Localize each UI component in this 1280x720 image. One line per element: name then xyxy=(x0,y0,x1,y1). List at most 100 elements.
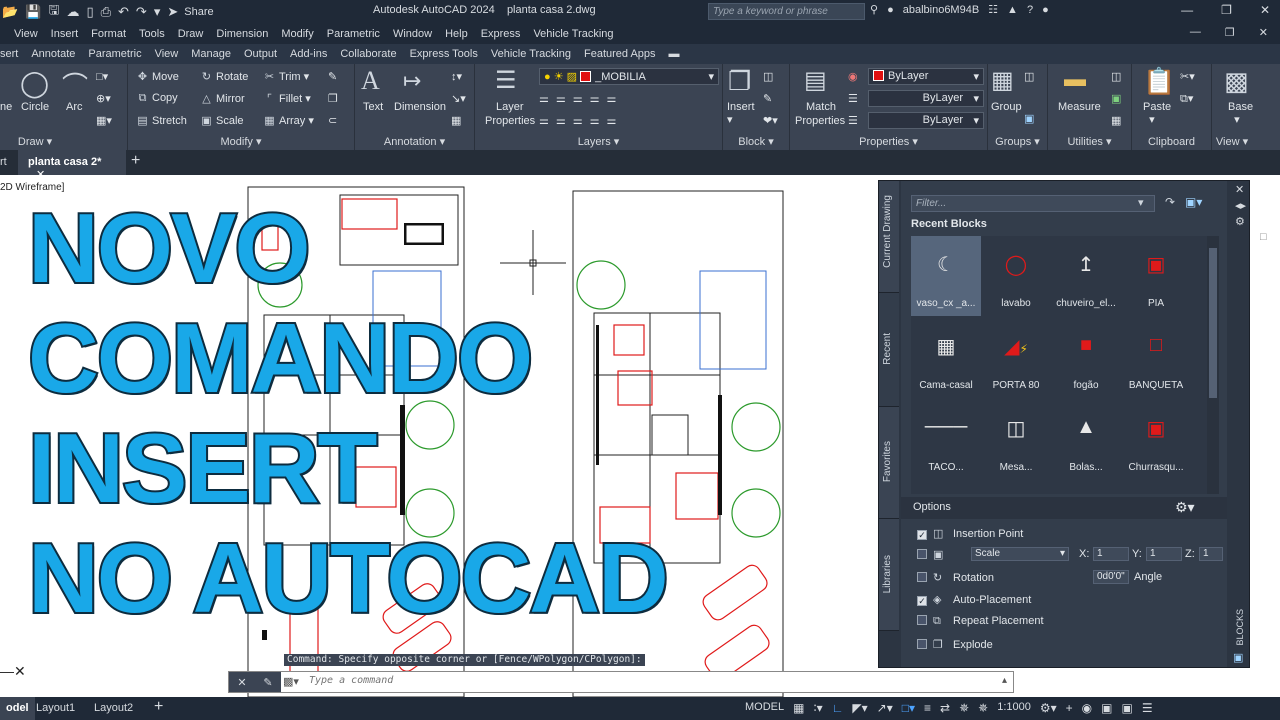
menu-dimension[interactable]: Dimension xyxy=(216,28,268,40)
group-icon[interactable]: ▦ xyxy=(991,66,1014,95)
group-select-icon[interactable]: ▣ xyxy=(1024,112,1034,125)
ortho-icon[interactable]: ∟ xyxy=(832,701,844,715)
paste-icon[interactable]: 📋 xyxy=(1143,66,1175,97)
object-snap-icon[interactable]: □▾ xyxy=(902,701,915,715)
menu-parametric[interactable]: Parametric xyxy=(327,28,380,40)
viewcube-icon[interactable]: □ xyxy=(1260,231,1267,243)
line-button[interactable]: ne xyxy=(0,101,12,113)
lineweight-toggle-icon[interactable]: ≡ xyxy=(924,701,931,715)
utilities-panel-title[interactable]: Utilities ▾ xyxy=(1048,135,1131,148)
layer-tools-row1-icons[interactable]: ⚌⚌⚌⚌⚌ xyxy=(539,92,623,105)
groups-panel-title[interactable]: Groups ▾ xyxy=(988,135,1047,148)
tab-featured-apps[interactable]: Featured Apps xyxy=(584,48,656,60)
text-icon[interactable]: A xyxy=(361,66,380,96)
block-panel-title[interactable]: Block ▾ xyxy=(723,135,789,148)
menu-window[interactable]: Window xyxy=(393,28,432,40)
insertion-point-checkbox[interactable]: ✓ xyxy=(917,530,927,540)
tab-annotate[interactable]: Annotate xyxy=(31,48,75,60)
rectangle-icon[interactable]: □▾ xyxy=(96,70,108,83)
polar-icon[interactable]: ◤▾ xyxy=(852,701,867,715)
layer-properties-line1[interactable]: Layer xyxy=(496,101,524,113)
selection-cycling-icon[interactable]: ⇄ xyxy=(940,701,950,715)
block-mesa[interactable]: ◫ Mesa... xyxy=(981,400,1051,480)
block-taco[interactable]: ─── TACO... xyxy=(911,400,981,480)
block-churrasqueira[interactable]: ▣ Churrasqu... xyxy=(1121,400,1191,480)
dropdown-icon[interactable]: ▾ xyxy=(154,4,161,20)
offset-icon[interactable]: ❐ xyxy=(328,92,338,105)
tab-start[interactable]: rt xyxy=(0,156,7,168)
workspace-gear-icon[interactable]: ⚙▾ xyxy=(1040,701,1057,715)
dimension-button[interactable]: Dimension xyxy=(394,101,446,113)
fillet-button[interactable]: ⌜ Fillet ▾ xyxy=(263,92,311,105)
text-button[interactable]: Text xyxy=(363,101,383,113)
color-dropdown[interactable]: ByLayer ▾ xyxy=(868,68,984,85)
annotation-visibility-icon[interactable]: ✵ xyxy=(959,701,969,715)
menu-vehicle-tracking[interactable]: Vehicle Tracking xyxy=(533,28,613,40)
measure-icon[interactable]: ▬ xyxy=(1064,66,1086,92)
annotation-scale-icon[interactable]: ✵ xyxy=(978,701,988,715)
menu-express[interactable]: Express xyxy=(481,28,521,40)
block-fogao[interactable]: ■ fogão xyxy=(1051,318,1121,398)
leader-icon[interactable]: ↘▾ xyxy=(451,92,466,105)
tab-libraries[interactable]: Libraries xyxy=(879,519,899,631)
options-gear-icon[interactable]: ⚙▾ xyxy=(1175,499,1195,516)
dimension-icon[interactable]: ↦ xyxy=(403,68,421,94)
close-icon[interactable]: ✕ xyxy=(1260,3,1270,17)
tab-current-drawing[interactable]: Current Drawing xyxy=(879,181,899,293)
rotation-input[interactable]: 0d0'0" xyxy=(1093,570,1129,584)
scrollbar-thumb[interactable] xyxy=(1209,248,1217,398)
hardware-accel-icon[interactable]: ▣ xyxy=(1101,701,1112,715)
palette-close-icon[interactable]: ✕ xyxy=(1235,183,1244,196)
isolate-icon[interactable]: ◉ xyxy=(1082,701,1092,715)
menu-modify[interactable]: Modify xyxy=(281,28,313,40)
share-button[interactable]: Share xyxy=(184,6,213,18)
option-rotation[interactable]: ↻ Rotation xyxy=(917,571,994,584)
annotation-scale-value[interactable]: 1:1000 xyxy=(997,701,1031,715)
layer-properties-icon[interactable]: ☰ xyxy=(495,66,517,95)
menu-draw[interactable]: Draw xyxy=(178,28,204,40)
group-button[interactable]: Group xyxy=(991,101,1022,113)
scale-checkbox[interactable] xyxy=(917,549,927,559)
insert-block-icon[interactable]: ❐ xyxy=(728,66,751,97)
paste-button[interactable]: Paste ▾ xyxy=(1143,101,1171,126)
insert-button[interactable]: Insert ▾ xyxy=(727,101,755,126)
scale-dropdown[interactable]: Scale ▾ xyxy=(971,547,1069,561)
stretch-button[interactable]: ▤ Stretch xyxy=(136,114,187,127)
properties-panel-title[interactable]: Properties ▾ xyxy=(790,135,987,148)
apps-icon[interactable]: ▲ xyxy=(1007,4,1018,16)
open-icon[interactable]: 📂 xyxy=(2,4,18,20)
scale-y-input[interactable]: 1 xyxy=(1146,547,1182,561)
filter-dropdown-icon[interactable]: ▾ xyxy=(1138,196,1144,209)
doc-minimize-icon[interactable]: — xyxy=(1190,26,1201,39)
option-repeat-placement[interactable]: ⧉ Repeat Placement xyxy=(917,615,1044,628)
measure-button[interactable]: Measure xyxy=(1058,101,1101,113)
id-point-icon[interactable]: ◫ xyxy=(1111,70,1121,83)
linetype-dropdown[interactable]: ByLayer ▾ xyxy=(868,90,984,107)
modify-panel-title[interactable]: Modify ▾ xyxy=(128,135,354,148)
option-insertion-point[interactable]: ✓ ◫ Insertion Point xyxy=(917,527,1023,540)
tab-layout2[interactable]: Layout2 xyxy=(94,702,133,714)
search-icon[interactable]: ⚲ xyxy=(870,3,878,16)
option-explode[interactable]: ❐ Explode xyxy=(917,638,993,651)
undo-icon[interactable]: ↶ xyxy=(118,4,129,20)
tab-favorites[interactable]: Favorites xyxy=(879,407,899,519)
lineweight-dropdown[interactable]: ByLayer ▾ xyxy=(868,112,984,129)
linetype-icon[interactable]: ☰ xyxy=(848,92,858,105)
quick-select-icon[interactable]: ▣ xyxy=(1111,92,1121,105)
view-mode-icon[interactable]: ▣▾ xyxy=(1185,195,1202,209)
tab-layout1[interactable]: Layout1 xyxy=(36,702,75,714)
base-button[interactable]: Base ▾ xyxy=(1228,101,1253,126)
create-block-icon[interactable]: ◫ xyxy=(763,70,773,83)
command-close-icon[interactable]: ✕ xyxy=(237,676,246,689)
tab-view[interactable]: View xyxy=(155,48,179,60)
calculator-icon[interactable]: ▦ xyxy=(1111,114,1121,127)
scale-z-input[interactable]: 1 xyxy=(1199,547,1223,561)
arc-button[interactable]: Arc xyxy=(66,101,83,113)
customize-menu-icon[interactable]: ☰ xyxy=(1142,701,1153,715)
region-icon[interactable]: ▦▾ xyxy=(96,114,112,127)
rotate-button[interactable]: ↻ Rotate xyxy=(200,70,249,83)
repeat-placement-checkbox[interactable] xyxy=(917,615,927,625)
hatch-icon[interactable]: ⊕▾ xyxy=(96,92,111,105)
pencil-icon[interactable]: ✎ xyxy=(328,70,337,83)
tab-insert[interactable]: sert xyxy=(0,48,18,60)
